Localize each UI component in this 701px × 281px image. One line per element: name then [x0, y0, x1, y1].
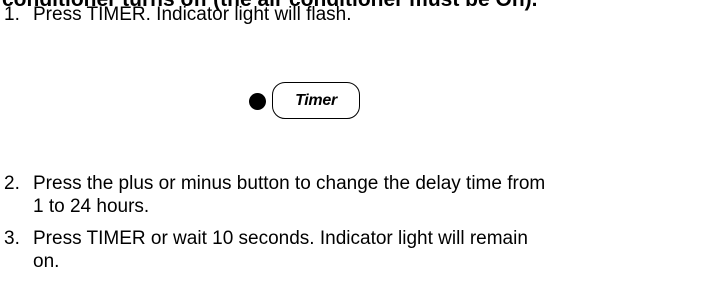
step-text: Press TIMER or wait 10 seconds. Indicato…	[33, 227, 528, 273]
timer-button-label: Timer	[295, 91, 337, 109]
step-line: Press the plus or minus button to change…	[33, 173, 546, 194]
step-text: Press TIMER. Indicator light will flash.	[33, 3, 352, 26]
step-number: 1.	[4, 4, 20, 25]
step-number: 2.	[4, 173, 20, 194]
step-line: 1 to 24 hours.	[33, 196, 150, 217]
timer-button[interactable]: Timer	[272, 82, 360, 119]
step-text: Press the plus or minus button to change…	[33, 172, 545, 218]
step-line: Press TIMER or wait 10 seconds. Indicato…	[33, 228, 528, 249]
indicator-light-icon	[249, 93, 266, 110]
step-number: 3.	[4, 228, 20, 249]
step-line: Press TIMER. Indicator light will flash.	[33, 4, 352, 25]
step-line: on.	[33, 251, 60, 272]
